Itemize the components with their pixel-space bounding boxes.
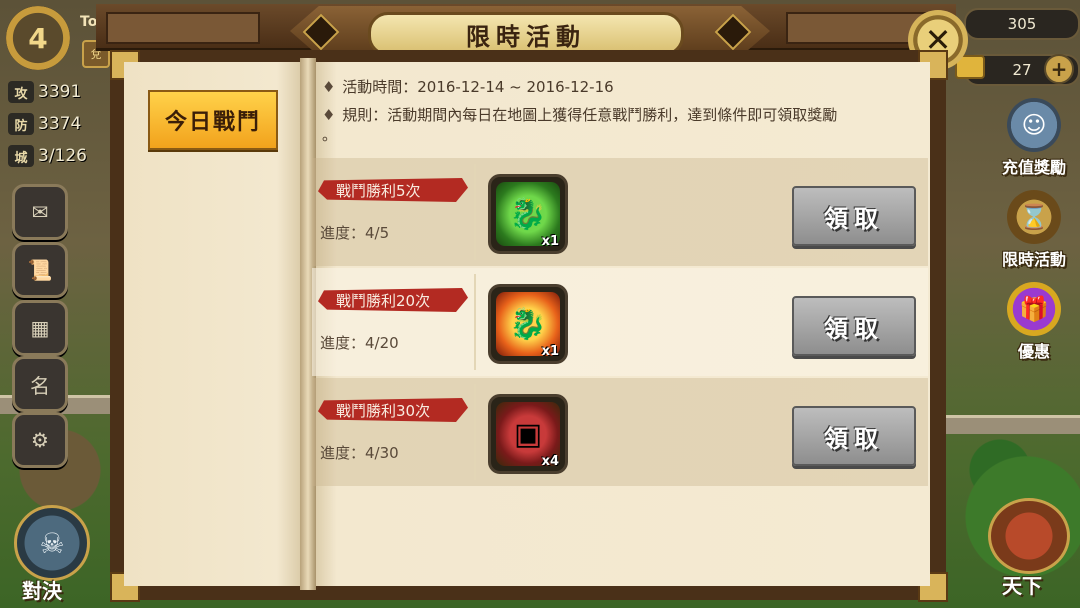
row-divider: [474, 274, 476, 370]
progress-label: 進度：4/30: [320, 444, 399, 462]
map-wall-right: [940, 415, 1080, 434]
settings-button[interactable]: ⚙: [12, 412, 68, 468]
gift-box-icon: 🎁: [1007, 282, 1061, 336]
goal-label: 戰鬥勝利30次: [336, 402, 431, 420]
city-icon: 城: [8, 145, 34, 167]
limited-event-button[interactable]: ⌛ 限時活動: [990, 190, 1078, 282]
reward-row: 戰鬥勝利5次 進度：4/5 🐉 x1 領取: [312, 158, 928, 266]
attack-icon: 攻: [8, 81, 34, 103]
add-gold-button[interactable]: +: [1044, 54, 1074, 84]
duel-icon: ☠: [14, 505, 90, 581]
hourglass-icon: ⌛: [1007, 190, 1061, 244]
recharge-reward-label: 充值獎勵: [1001, 158, 1066, 177]
event-time-text: 活動時間：2016-12-14 ~ 2016-12-16: [342, 78, 614, 96]
sage-icon: ☺: [1007, 98, 1061, 152]
scroll-button[interactable]: 📜: [12, 242, 68, 298]
tianxia-label: 天下: [1002, 574, 1042, 598]
claim-label: 領取: [824, 204, 884, 233]
tianxia-button[interactable]: 天下: [982, 498, 1074, 606]
claim-label: 領取: [824, 314, 884, 343]
stat-defense: 防 3374: [8, 112, 108, 136]
claim-label: 領取: [824, 424, 884, 453]
diamond-bullet-icon: ♦: [322, 106, 336, 124]
header-plank-left: [106, 12, 260, 44]
progress-label: 進度：4/20: [320, 334, 399, 352]
top-resource-bar: 305: [964, 8, 1080, 40]
item-quantity: x4: [541, 454, 559, 469]
dialog-title: 限時活動: [466, 22, 586, 51]
progress-label: 進度：4/5: [320, 224, 390, 242]
claim-button[interactable]: 領取: [792, 406, 916, 466]
stat-city: 城 3/126: [8, 144, 108, 168]
duel-button[interactable]: ☠ 對決: [4, 505, 96, 605]
row-divider: [474, 384, 476, 480]
row-divider: [474, 164, 476, 260]
goal-label: 戰鬥勝利5次: [336, 182, 421, 200]
calendar-icon: ▦: [30, 316, 50, 340]
defense-value: 3374: [38, 114, 82, 134]
goal-label: 戰鬥勝利20次: [336, 292, 431, 310]
discount-button[interactable]: 🎁 優惠: [990, 282, 1078, 374]
reward-row: 戰鬥勝利30次 進度：4/30 ▣ x4 領取: [312, 378, 928, 486]
scroll-icon: 📜: [27, 258, 53, 282]
player-level-badge[interactable]: 4: [6, 6, 70, 70]
tab-today-battle[interactable]: 今日戰鬥: [148, 90, 278, 150]
item-quantity: x1: [541, 344, 559, 359]
event-rule-text: 規則：活動期間內每日在地圖上獲得任意戰鬥勝利，達到條件即可領取獎勵: [342, 106, 838, 124]
gear-icon: ⚙: [31, 428, 49, 452]
discount-label: 優惠: [1017, 342, 1050, 361]
stat-attack: 攻 3391: [8, 80, 108, 104]
tab-today-battle-label: 今日戰鬥: [164, 110, 261, 135]
limited-event-label: 限時活動: [1001, 250, 1066, 269]
mail-button[interactable]: ✉: [12, 184, 68, 240]
event-rule: ♦ 規則：活動期間內每日在地圖上獲得任意戰鬥勝利，達到條件即可領取獎勵: [322, 104, 837, 125]
reward-row: 戰鬥勝利20次 進度：4/20 🐉 x1 領取: [312, 268, 928, 376]
palace-icon: [988, 498, 1070, 574]
reward-item-slot[interactable]: ▣ x4: [488, 394, 568, 474]
mail-icon: ✉: [31, 200, 49, 224]
reward-item-slot[interactable]: 🐉 x1: [488, 284, 568, 364]
rank-button[interactable]: 名: [12, 356, 68, 412]
attack-value: 3391: [38, 82, 82, 102]
top-resource-value: 305: [1007, 15, 1037, 33]
event-time: ♦ 活動時間：2016-12-14 ~ 2016-12-16: [322, 76, 614, 97]
duel-label: 對決: [22, 579, 62, 603]
calendar-button[interactable]: ▦: [12, 300, 68, 356]
item-quantity: x1: [541, 234, 559, 249]
defense-icon: 防: [8, 113, 34, 135]
recharge-reward-button[interactable]: ☺ 充值獎勵: [990, 98, 1078, 190]
gold-value: 27: [1012, 61, 1032, 79]
claim-button[interactable]: 領取: [792, 296, 916, 356]
diamond-bullet-icon: ♦: [322, 78, 336, 96]
reward-item-slot[interactable]: 🐉 x1: [488, 174, 568, 254]
rank-icon: 名: [30, 373, 50, 398]
event-rule-end: 。: [322, 126, 338, 144]
city-value: 3/126: [38, 146, 87, 166]
claim-button[interactable]: 領取: [792, 186, 916, 246]
